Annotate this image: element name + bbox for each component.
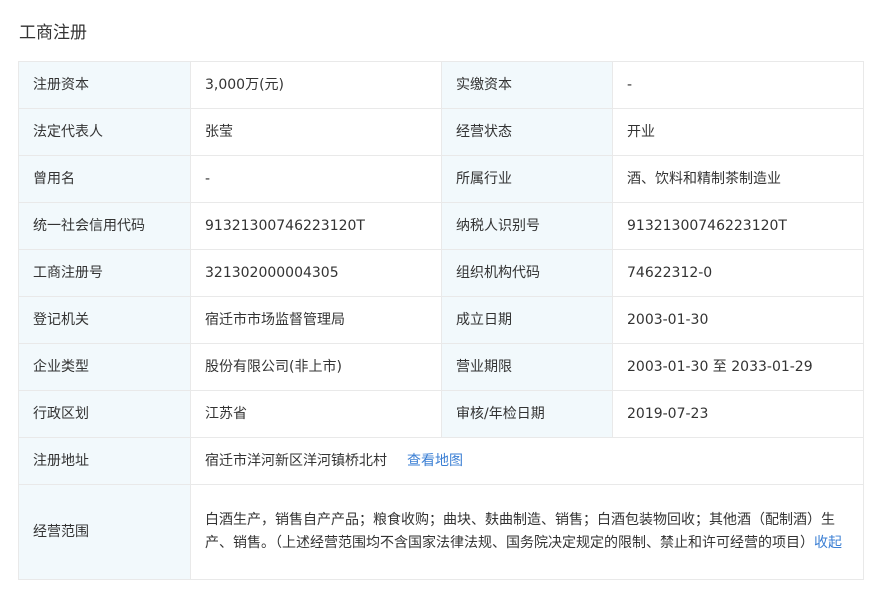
field-label: 营业期限 <box>441 343 613 391</box>
table-row: 统一社会信用代码 91321300746223120T 纳税人识别号 91321… <box>18 202 864 250</box>
business-scope-row: 经营范围 白酒生产，销售自产产品；粮食收购；曲块、麸曲制造、销售；白酒包装物回收… <box>18 484 864 580</box>
table-row: 曾用名 - 所属行业 酒、饮料和精制茶制造业 <box>18 155 864 203</box>
field-label: 纳税人识别号 <box>441 202 613 250</box>
field-label: 企业类型 <box>18 343 191 391</box>
field-value: 321302000004305 <box>190 249 442 297</box>
business-scope-label: 经营范围 <box>18 484 191 580</box>
field-label: 注册资本 <box>18 61 191 109</box>
field-value: 91321300746223120T <box>612 202 864 250</box>
address-label: 注册地址 <box>18 437 191 485</box>
field-label: 统一社会信用代码 <box>18 202 191 250</box>
business-registration-table: 注册资本 3,000万(元) 实缴资本 - 法定代表人 张莹 经营状态 开业 曾… <box>18 61 864 580</box>
table-row: 企业类型 股份有限公司(非上市) 营业期限 2003-01-30 至 2033-… <box>18 343 864 391</box>
field-value: 74622312-0 <box>612 249 864 297</box>
table-row: 注册资本 3,000万(元) 实缴资本 - <box>18 61 864 109</box>
collapse-link[interactable]: 收起 <box>814 535 842 551</box>
field-value: 宿迁市市场监督管理局 <box>190 296 442 344</box>
field-value: 江苏省 <box>190 390 442 438</box>
view-map-link[interactable]: 查看地图 <box>407 453 463 469</box>
field-label: 所属行业 <box>441 155 613 203</box>
field-label: 审核/年检日期 <box>441 390 613 438</box>
field-label: 曾用名 <box>18 155 191 203</box>
table-row: 法定代表人 张莹 经营状态 开业 <box>18 108 864 156</box>
field-value: 2003-01-30 <box>612 296 864 344</box>
field-label: 经营状态 <box>441 108 613 156</box>
field-value: 股份有限公司(非上市) <box>190 343 442 391</box>
address-value: 宿迁市洋河新区洋河镇桥北村 <box>205 452 387 469</box>
field-label: 法定代表人 <box>18 108 191 156</box>
field-value: - <box>190 155 442 203</box>
field-label: 组织机构代码 <box>441 249 613 297</box>
table-row: 行政区划 江苏省 审核/年检日期 2019-07-23 <box>18 390 864 438</box>
field-label: 行政区划 <box>18 390 191 438</box>
field-label: 登记机关 <box>18 296 191 344</box>
address-row: 注册地址 宿迁市洋河新区洋河镇桥北村 查看地图 <box>18 437 864 485</box>
address-cell: 宿迁市洋河新区洋河镇桥北村 查看地图 <box>190 437 864 485</box>
field-value: 2019-07-23 <box>612 390 864 438</box>
field-label: 工商注册号 <box>18 249 191 297</box>
field-label: 实缴资本 <box>441 61 613 109</box>
table-row: 工商注册号 321302000004305 组织机构代码 74622312-0 <box>18 249 864 297</box>
section-title: 工商注册 <box>19 23 87 43</box>
field-value: 酒、饮料和精制茶制造业 <box>612 155 864 203</box>
field-value: - <box>612 61 864 109</box>
field-value: 张莹 <box>190 108 442 156</box>
business-scope-value: 白酒生产，销售自产产品；粮食收购；曲块、麸曲制造、销售；白酒包装物回收；其他酒（… <box>205 512 835 551</box>
table-row: 登记机关 宿迁市市场监督管理局 成立日期 2003-01-30 <box>18 296 864 344</box>
business-scope-cell: 白酒生产，销售自产产品；粮食收购；曲块、麸曲制造、销售；白酒包装物回收；其他酒（… <box>190 484 864 580</box>
field-value: 91321300746223120T <box>190 202 442 250</box>
field-label: 成立日期 <box>441 296 613 344</box>
field-value: 开业 <box>612 108 864 156</box>
field-value: 3,000万(元) <box>190 61 442 109</box>
field-value: 2003-01-30 至 2033-01-29 <box>612 343 864 391</box>
